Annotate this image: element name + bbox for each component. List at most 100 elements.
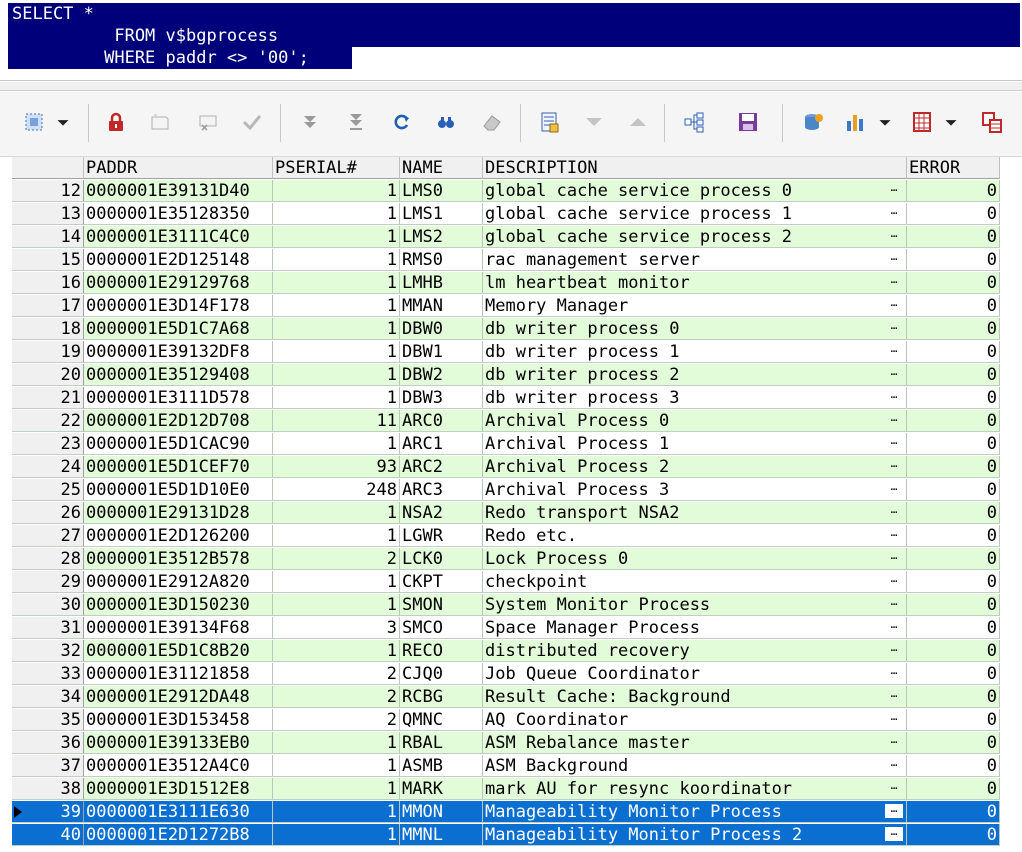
cell-description[interactable]: Result Cache: Background bbox=[483, 686, 907, 708]
cell-description[interactable]: Archival Process 3 bbox=[483, 479, 907, 501]
ellipsis-button[interactable]: … bbox=[885, 251, 903, 266]
cell-error[interactable]: 0 bbox=[907, 226, 1000, 248]
cell-name[interactable]: CJQ0 bbox=[400, 663, 483, 685]
cell-name[interactable]: RMS0 bbox=[400, 249, 483, 271]
cell-pserial[interactable]: 1 bbox=[273, 180, 400, 202]
cell-description[interactable]: lm heartbeat monitor bbox=[483, 272, 907, 294]
row-number[interactable]: 18 bbox=[12, 318, 84, 340]
chart-icon[interactable] bbox=[842, 108, 870, 136]
cell-error[interactable]: 0 bbox=[907, 364, 1000, 386]
ellipsis-button[interactable]: … bbox=[885, 504, 903, 519]
row-number[interactable]: 37 bbox=[12, 755, 84, 777]
row-number[interactable]: 38 bbox=[12, 778, 84, 800]
cell-description[interactable]: Memory Manager bbox=[483, 295, 907, 317]
cell-paddr[interactable]: 0000001E2D1272B8 bbox=[84, 824, 273, 846]
ellipsis-button[interactable]: … bbox=[885, 389, 903, 404]
cell-name[interactable]: SMCO bbox=[400, 617, 483, 639]
cell-error[interactable]: 0 bbox=[907, 456, 1000, 478]
cell-error[interactable]: 0 bbox=[907, 502, 1000, 524]
chart-dropdown-icon[interactable] bbox=[874, 108, 896, 136]
cell-error[interactable]: 0 bbox=[907, 548, 1000, 570]
ellipsis-button[interactable]: … bbox=[885, 435, 903, 450]
table-row[interactable]: 25 0000001E5D1D10E0 248 ARC3 Archival Proces… bbox=[12, 479, 1000, 502]
cell-pserial[interactable]: 1 bbox=[273, 778, 400, 800]
cell-error[interactable]: 0 bbox=[907, 203, 1000, 225]
select-icon[interactable] bbox=[20, 108, 48, 136]
cell-error[interactable]: 0 bbox=[907, 709, 1000, 731]
ellipsis-button[interactable]: … bbox=[885, 573, 903, 588]
cell-name[interactable]: RECO bbox=[400, 640, 483, 662]
ellipsis-button[interactable]: … bbox=[885, 619, 903, 634]
clear-icon[interactable] bbox=[478, 108, 506, 136]
splitter[interactable] bbox=[0, 82, 1022, 91]
ellipsis-button[interactable]: … bbox=[885, 366, 903, 381]
ellipsis-button[interactable]: … bbox=[885, 412, 903, 427]
cell-paddr[interactable]: 0000001E3D153458 bbox=[84, 709, 273, 731]
cell-name[interactable]: LMS1 bbox=[400, 203, 483, 225]
cell-description[interactable]: Lock Process 0 bbox=[483, 548, 907, 570]
ellipsis-button[interactable]: … bbox=[885, 228, 903, 243]
ellipsis-button[interactable]: … bbox=[885, 826, 903, 841]
cell-pserial[interactable]: 2 bbox=[273, 686, 400, 708]
cell-paddr[interactable]: 0000001E5D1D10E0 bbox=[84, 479, 273, 501]
cell-pserial[interactable]: 2 bbox=[273, 709, 400, 731]
cell-name[interactable]: LMS2 bbox=[400, 226, 483, 248]
post-icon[interactable] bbox=[238, 108, 266, 136]
cell-pserial[interactable]: 1 bbox=[273, 801, 400, 823]
ellipsis-button[interactable]: … bbox=[885, 481, 903, 496]
cell-name[interactable]: NSA2 bbox=[400, 502, 483, 524]
cell-paddr[interactable]: 0000001E5D1CAC90 bbox=[84, 433, 273, 455]
row-number[interactable]: 14 bbox=[12, 226, 84, 248]
column-header-error[interactable]: ERROR bbox=[907, 157, 1000, 179]
cell-description[interactable]: Manageability Monitor Process bbox=[483, 801, 907, 823]
row-number[interactable]: 28 bbox=[12, 548, 84, 570]
cell-name[interactable]: SMON bbox=[400, 594, 483, 616]
cell-pserial[interactable]: 1 bbox=[273, 272, 400, 294]
table-row[interactable]: 40 0000001E2D1272B8 1 MMNL Manageability Mon… bbox=[12, 824, 1000, 847]
cell-description[interactable]: distributed recovery bbox=[483, 640, 907, 662]
cell-name[interactable]: ASMB bbox=[400, 755, 483, 777]
row-number[interactable]: 39 bbox=[12, 801, 84, 823]
cell-error[interactable]: 0 bbox=[907, 778, 1000, 800]
ellipsis-button[interactable]: … bbox=[885, 596, 903, 611]
cell-name[interactable]: DBW1 bbox=[400, 341, 483, 363]
cell-name[interactable]: MMON bbox=[400, 801, 483, 823]
row-number[interactable]: 23 bbox=[12, 433, 84, 455]
cell-description[interactable]: Archival Process 0 bbox=[483, 410, 907, 432]
cell-paddr[interactable]: 0000001E5D1C7A68 bbox=[84, 318, 273, 340]
cell-pserial[interactable]: 248 bbox=[273, 479, 400, 501]
cell-description[interactable]: Manageability Monitor Process 2 bbox=[483, 824, 907, 846]
cell-name[interactable]: DBW3 bbox=[400, 387, 483, 409]
cell-name[interactable]: MMNL bbox=[400, 824, 483, 846]
cell-paddr[interactable]: 0000001E5D1C8B20 bbox=[84, 640, 273, 662]
table-row[interactable]: 29 0000001E2912A820 1 CKPT checkpoint… 0 bbox=[12, 571, 1000, 594]
ellipsis-button[interactable]: … bbox=[885, 182, 903, 197]
cell-error[interactable]: 0 bbox=[907, 433, 1000, 455]
cell-paddr[interactable]: 0000001E3D14F178 bbox=[84, 295, 273, 317]
table-row[interactable]: 23 0000001E5D1CAC90 1 ARC1 Archival Process … bbox=[12, 433, 1000, 456]
cell-description[interactable]: System Monitor Process bbox=[483, 594, 907, 616]
table-row[interactable]: 15 0000001E2D125148 1 RMS0 rac management se… bbox=[12, 249, 1000, 272]
row-number[interactable]: 22 bbox=[12, 410, 84, 432]
cell-name[interactable]: MARK bbox=[400, 778, 483, 800]
row-number[interactable]: 33 bbox=[12, 663, 84, 685]
find-icon[interactable] bbox=[432, 108, 460, 136]
row-number[interactable]: 12 bbox=[12, 180, 84, 202]
table-row[interactable]: 33 0000001E31121858 2 CJQ0 Job Queue Coordin… bbox=[12, 663, 1000, 686]
cell-paddr[interactable]: 0000001E2D125148 bbox=[84, 249, 273, 271]
sql-text[interactable]: SELECT * FROM v$bgprocess WHERE paddr <>… bbox=[12, 3, 309, 69]
cell-pserial[interactable]: 2 bbox=[273, 548, 400, 570]
column-header-description[interactable]: DESCRIPTION bbox=[483, 157, 907, 179]
cell-description[interactable]: Archival Process 1 bbox=[483, 433, 907, 455]
cell-error[interactable]: 0 bbox=[907, 801, 1000, 823]
cell-description[interactable]: db writer process 0 bbox=[483, 318, 907, 340]
row-number[interactable]: 27 bbox=[12, 525, 84, 547]
delete-record-icon[interactable] bbox=[194, 108, 222, 136]
row-number[interactable]: 29 bbox=[12, 571, 84, 593]
cell-paddr[interactable]: 0000001E3512B578 bbox=[84, 548, 273, 570]
row-number[interactable]: 16 bbox=[12, 272, 84, 294]
ellipsis-button[interactable]: … bbox=[885, 711, 903, 726]
row-number[interactable]: 20 bbox=[12, 364, 84, 386]
ellipsis-button[interactable]: … bbox=[885, 688, 903, 703]
table-row[interactable]: 16 0000001E29129768 1 LMHB lm heartbeat moni… bbox=[12, 272, 1000, 295]
